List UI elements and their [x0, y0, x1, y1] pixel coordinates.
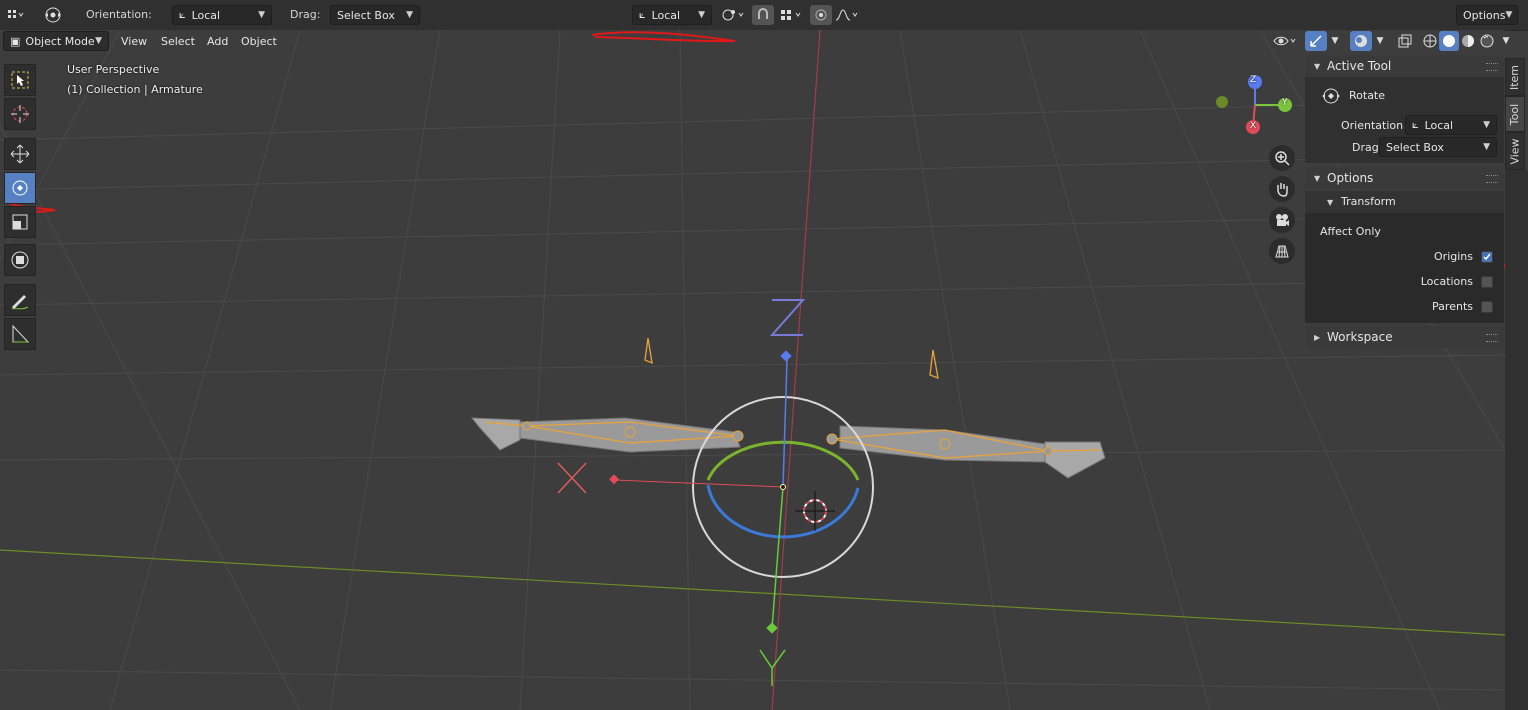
rotate-icon[interactable] — [4, 172, 36, 204]
camera-icon[interactable] — [1269, 207, 1295, 233]
shading-rendered-icon[interactable] — [1477, 31, 1497, 51]
sidebar-tab-strip — [1505, 170, 1528, 710]
menu-object[interactable]: Object — [241, 33, 277, 51]
chevron-down-icon: ▼ — [1505, 10, 1513, 20]
sidebar-drag-dropdown[interactable]: Select Box ▼ — [1379, 137, 1497, 157]
chevron-down-icon[interactable]: ▼ — [1372, 31, 1388, 51]
cursor-icon[interactable] — [4, 98, 36, 130]
viewport-collection: (1) Collection | Armature — [67, 83, 203, 96]
gizmo-x-label: X — [1250, 121, 1257, 131]
orientation-icon: ⟀ — [179, 8, 186, 21]
zoom-icon[interactable] — [1269, 145, 1295, 171]
tab-view[interactable]: View — [1505, 132, 1525, 170]
panel-workspace-header[interactable]: ▶ Workspace — [1305, 326, 1504, 348]
menu-select[interactable]: Select — [161, 33, 195, 51]
shading-solid-icon[interactable] — [1439, 31, 1459, 51]
orientation-dropdown[interactable]: ⟀ Local ▼ — [172, 5, 272, 25]
orientation-label: Orientation: — [86, 8, 152, 21]
triangle-down-icon: ▼ — [1314, 174, 1321, 183]
3d-viewport[interactable]: User Perspective (1) Collection | Armatu… — [0, 30, 1505, 710]
transform-pivot-dropdown[interactable]: ⟀ Local ▼ — [632, 5, 712, 25]
pan-icon[interactable] — [1269, 176, 1295, 202]
chevron-down-icon: ▼ — [1483, 142, 1490, 152]
drag-label: Drag: — [1352, 141, 1383, 154]
transform-icon[interactable] — [4, 244, 36, 276]
grip-icon[interactable] — [1486, 334, 1498, 342]
annotation-scribble — [591, 31, 736, 43]
overlay-icon[interactable] — [1350, 31, 1372, 51]
panel-active-tool-body: Rotate Orientation ⟀ Local ▼ Drag: Selec… — [1305, 77, 1504, 163]
floor-axis-line-red — [771, 30, 821, 710]
sidebar-orientation-dropdown[interactable]: ⟀ Local ▼ — [1405, 115, 1497, 135]
xray-icon[interactable] — [1394, 31, 1416, 51]
shading-wire-icon[interactable] — [1420, 31, 1440, 51]
visibility-icon[interactable] — [1270, 31, 1300, 51]
triangle-down-icon: ▼ — [1314, 62, 1321, 71]
active-tool-name: Rotate — [1349, 89, 1386, 102]
grid-icon[interactable] — [1269, 238, 1295, 264]
drag-label: Drag: — [290, 8, 321, 21]
annotate-icon[interactable] — [4, 284, 36, 316]
tool-header: Orientation: ⟀ Local ▼ Drag: Select Box … — [0, 0, 1528, 31]
proportional-icon[interactable] — [810, 5, 832, 25]
options-dropdown[interactable]: Options ▼ — [1456, 5, 1518, 25]
chevron-down-icon[interactable]: ▼ — [1498, 31, 1514, 51]
gizmo-z-label: Z — [1250, 75, 1257, 85]
panel-active-tool-header[interactable]: ▼ Active Tool — [1305, 55, 1504, 77]
parents-checkbox[interactable] — [1481, 301, 1493, 313]
triangle-down-icon: ▼ — [1327, 198, 1334, 207]
rotate-tool-icon — [1319, 85, 1343, 110]
tab-item[interactable]: Item — [1505, 58, 1525, 96]
parents-label: Parents — [1432, 300, 1473, 313]
mode-dropdown[interactable]: ▣ Object Mode ▼ — [3, 31, 109, 51]
locations-checkbox[interactable] — [1481, 276, 1493, 288]
move-icon[interactable] — [4, 138, 36, 170]
chevron-down-icon: ▼ — [698, 10, 705, 20]
floor-axis-line — [0, 549, 1505, 636]
viewport-perspective: User Perspective — [67, 63, 160, 76]
editor-type-icon[interactable] — [4, 5, 26, 25]
snap-target-icon[interactable] — [776, 5, 806, 25]
grip-icon[interactable] — [1486, 175, 1498, 183]
origins-label: Origins — [1434, 250, 1473, 263]
object-mode-icon: ▣ — [10, 34, 21, 48]
snap-icon[interactable] — [752, 5, 774, 25]
menu-view[interactable]: View — [121, 33, 147, 51]
scale-icon[interactable] — [4, 206, 36, 238]
chevron-down-icon: ▼ — [1483, 120, 1490, 130]
grip-icon[interactable] — [1486, 63, 1498, 71]
falloff-icon[interactable] — [832, 5, 862, 25]
affect-only-label: Affect Only — [1320, 225, 1381, 238]
chevron-down-icon: ▼ — [258, 10, 265, 20]
chevron-down-icon[interactable]: ▼ — [1327, 31, 1343, 51]
chevron-down-icon: ▼ — [406, 10, 413, 20]
pivot-point-icon[interactable] — [718, 5, 748, 25]
pivot-icon: ⟀ — [639, 8, 646, 21]
orientation-label: Orientation — [1341, 119, 1404, 132]
measure-icon[interactable] — [4, 318, 36, 350]
shading-material-icon[interactable] — [1458, 31, 1478, 51]
rotate-gizmo[interactable] — [609, 350, 874, 634]
x-axis-glyph — [557, 462, 587, 494]
triangle-right-icon: ▶ — [1314, 333, 1321, 342]
menu-add[interactable]: Add — [207, 33, 228, 51]
origins-checkbox[interactable] — [1481, 251, 1493, 263]
chevron-down-icon: ▼ — [95, 36, 102, 46]
select-box-icon[interactable] — [4, 64, 36, 96]
gizmo-icon[interactable] — [1305, 31, 1327, 51]
checkmark-icon — [1483, 253, 1491, 261]
orientation-icon: ⟀ — [1412, 118, 1419, 131]
rotate-tool-icon[interactable] — [40, 5, 66, 25]
gizmo-y-label: Y — [1282, 98, 1288, 108]
panel-options-header[interactable]: ▼ Options — [1305, 167, 1504, 189]
drag-dropdown[interactable]: Select Box ▼ — [330, 5, 420, 25]
panel-transform-body: Affect Only Origins Locations Parents — [1305, 213, 1504, 323]
locations-label: Locations — [1420, 275, 1473, 288]
tab-tool[interactable]: Tool — [1505, 96, 1525, 132]
panel-transform-header[interactable]: ▼ Transform — [1305, 191, 1504, 213]
